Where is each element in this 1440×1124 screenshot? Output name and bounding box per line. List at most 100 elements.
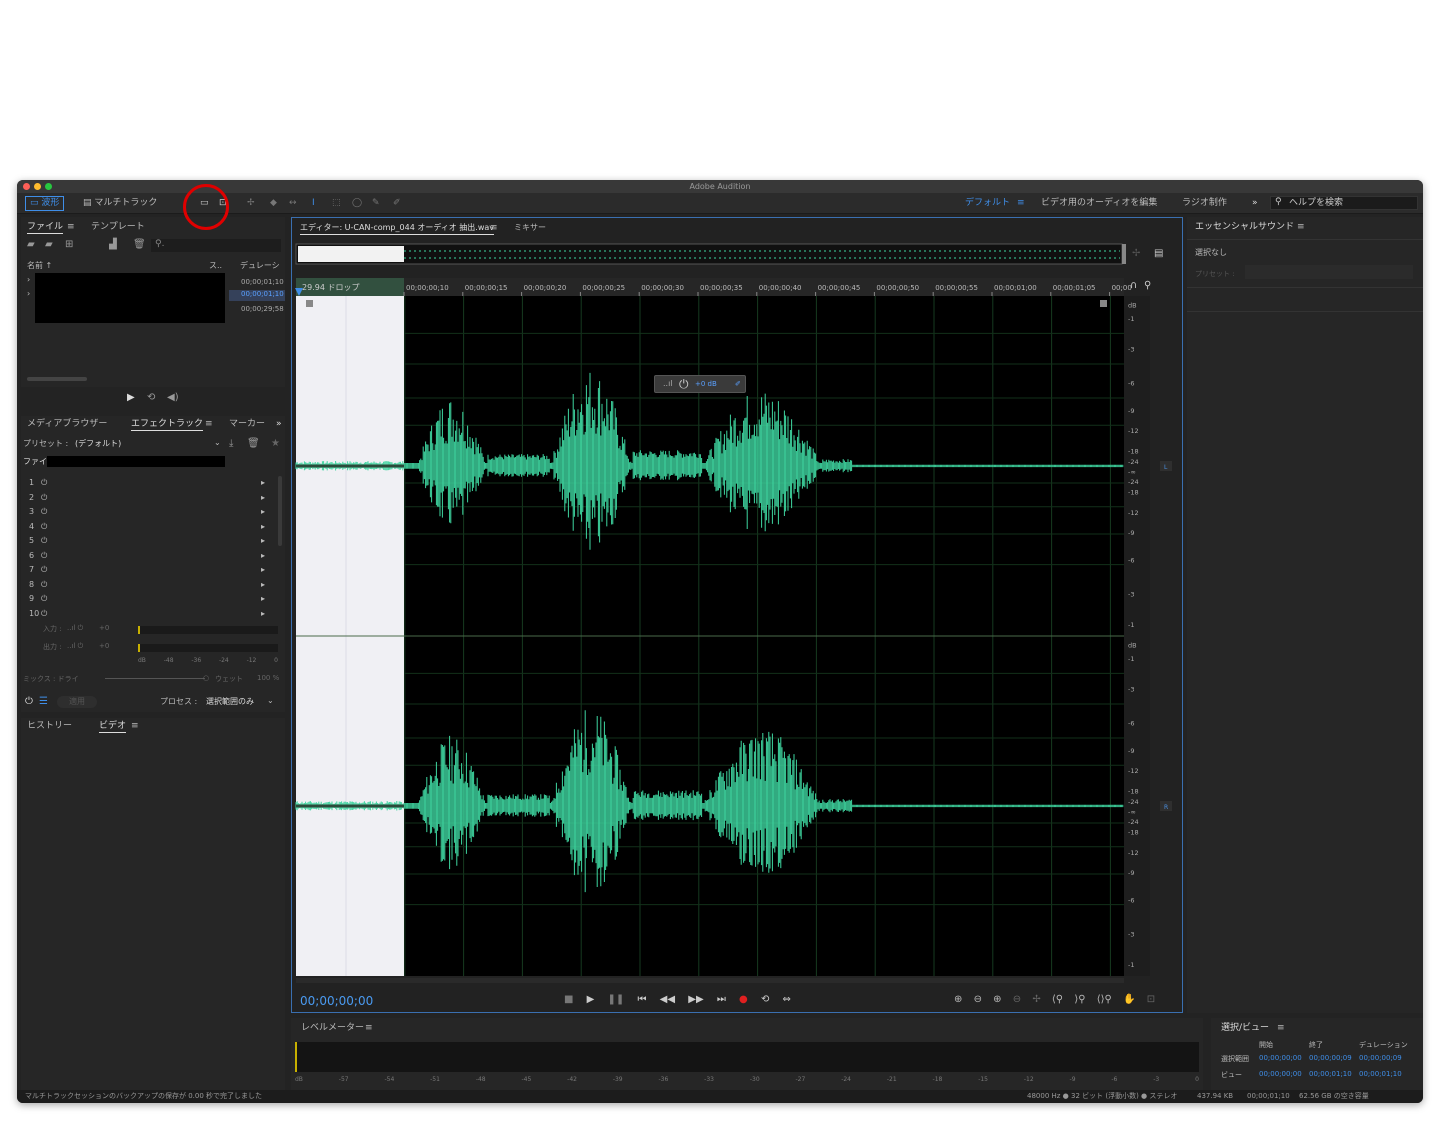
zoom-in-amplitude-icon[interactable]: ⊕ — [954, 994, 962, 1005]
slip-tool-icon[interactable]: ↔ — [289, 197, 297, 210]
expand-icon[interactable]: › — [27, 275, 30, 284]
chevron-down-icon[interactable]: ⌄ — [214, 438, 221, 447]
chevron-right-icon[interactable]: ▸ — [261, 607, 265, 621]
overview-selection[interactable] — [298, 246, 404, 262]
chevron-right-icon[interactable]: ▸ — [261, 534, 265, 548]
play-icon[interactable]: ▶ — [587, 994, 595, 1005]
brush-tool-icon[interactable]: ✎ — [372, 197, 380, 210]
effect-slot[interactable]: 10 ⏻ ▸ — [29, 607, 277, 621]
stop-icon[interactable]: ■ — [564, 994, 573, 1005]
zoom-out-time-icon[interactable]: ⊖ — [1013, 994, 1021, 1005]
process-dropdown[interactable]: 選択範囲のみ — [206, 696, 254, 707]
delete-preset-icon[interactable]: 🗑 — [247, 438, 260, 450]
minimize-window-button[interactable] — [34, 183, 41, 190]
files-search-input[interactable]: ⚲. — [151, 239, 281, 252]
skip-to-start-icon[interactable]: ⏮ — [637, 994, 646, 1005]
zoom-reset-icon[interactable]: ⊡ — [1147, 994, 1155, 1005]
record-icon[interactable]: ● — [739, 994, 748, 1005]
effect-slot[interactable]: 6 ⏻ ▸ — [29, 549, 277, 563]
workspace-video-audio[interactable]: ビデオ用のオーディオを編集 — [1041, 197, 1157, 210]
power-icon[interactable]: ⏻ — [41, 607, 47, 621]
power-icon[interactable]: ⏻ — [41, 476, 47, 490]
autoplay-icon[interactable]: ◀) — [167, 392, 179, 404]
zoom-window-button[interactable] — [45, 183, 52, 190]
loop-icon[interactable]: ⟲ — [147, 392, 155, 404]
close-window-button[interactable] — [23, 183, 30, 190]
mix-slider-handle[interactable]: ○ — [203, 674, 209, 682]
chevron-right-icon[interactable]: ▸ — [261, 520, 265, 534]
fade-out-handle[interactable] — [1100, 300, 1107, 307]
selection-view-menu-icon[interactable]: ≡ — [1277, 1022, 1285, 1034]
view-start[interactable]: 00;00;00;00 — [1259, 1070, 1302, 1078]
zoom-full-icon[interactable]: ⟨⟩⚲ — [1097, 994, 1112, 1005]
razor-tool-icon[interactable]: ◆ — [270, 197, 277, 210]
preset-dropdown[interactable]: (デフォルト) — [75, 438, 121, 449]
effect-slot[interactable]: 7 ⏻ ▸ — [29, 563, 277, 577]
zoom-out-amplitude-icon[interactable]: ⊖ — [974, 994, 982, 1005]
fast-forward-icon[interactable]: ▶▶ — [688, 994, 703, 1005]
files-scrollbar[interactable] — [27, 377, 87, 381]
view-end[interactable]: 00;00;01;10 — [1309, 1070, 1352, 1078]
workspace-radio[interactable]: ラジオ制作 — [1182, 197, 1227, 210]
tab-media-browser[interactable]: メディアブラウザー — [27, 418, 107, 430]
power-icon[interactable]: ⏻ — [41, 549, 47, 563]
level-meter-menu-icon[interactable]: ≡ — [365, 1022, 373, 1034]
time-selection-tool-icon[interactable]: I — [312, 197, 315, 210]
save-preset-icon[interactable]: ⤓ — [229, 438, 233, 450]
pause-icon[interactable]: ❚❚ — [608, 994, 625, 1005]
column-duration[interactable]: デュレーシ — [240, 260, 280, 271]
effects-menu-icon[interactable]: ≡ — [205, 418, 213, 430]
zoom-out-point-icon[interactable]: ⟩⚲ — [1074, 994, 1085, 1005]
slots-scrollbar[interactable] — [278, 476, 282, 546]
effect-slot[interactable]: 9 ⏻ ▸ — [29, 592, 277, 606]
marker-pin-icon[interactable]: ⚲ — [1144, 280, 1151, 292]
loop-playback-icon[interactable]: ⟲ — [761, 994, 769, 1005]
play-icon[interactable]: ▶ — [127, 392, 135, 404]
effect-slot[interactable]: 5 ⏻ ▸ — [29, 534, 277, 548]
hud-volume[interactable]: ..ıl ⏻ +0 dB ✐ — [654, 375, 746, 393]
power-icon[interactable]: ⏻ — [25, 696, 33, 708]
skip-selection-icon[interactable]: ⇔ — [783, 994, 791, 1005]
workspace-default[interactable]: デフォルト — [965, 197, 1010, 210]
selection-end[interactable]: 00;00;00;09 — [1309, 1054, 1352, 1062]
overview-track[interactable] — [295, 243, 1123, 265]
tab-video[interactable]: ビデオ — [99, 720, 127, 733]
hud-gain-value[interactable]: +0 dB — [695, 380, 717, 388]
chevron-down-icon[interactable]: ⌄ — [267, 696, 274, 705]
horizontal-scrollbar[interactable] — [296, 978, 1124, 983]
hud-gain-knob-icon[interactable]: ⏻ — [679, 377, 689, 392]
power-icon[interactable]: ⏻ — [41, 563, 47, 577]
chevron-right-icon[interactable]: ▸ — [261, 578, 265, 592]
zoom-selection-icon[interactable]: ✢ — [1032, 994, 1040, 1005]
import-file-icon[interactable]: ▰ — [45, 239, 53, 251]
tab-markers[interactable]: マーカー — [229, 418, 265, 430]
power-icon[interactable]: ⏻ — [41, 520, 47, 534]
selection-duration[interactable]: 00;00;00;09 — [1359, 1054, 1402, 1062]
open-file-icon[interactable]: ▰ — [27, 239, 35, 251]
file-duration-selected[interactable]: 00;00;01;10 — [229, 290, 285, 301]
chevron-right-icon[interactable]: ▸ — [261, 491, 265, 505]
tab-files[interactable]: ファイル — [27, 221, 64, 234]
tab-effects-rack[interactable]: エフェクトラック — [131, 418, 204, 431]
rewind-icon[interactable]: ◀◀ — [660, 994, 675, 1005]
spectral-toggle-icon[interactable]: ▤ — [1154, 248, 1163, 260]
power-icon[interactable]: ⏻ — [41, 491, 47, 505]
overview-scroll-handle[interactable] — [1122, 244, 1126, 264]
list-icon[interactable]: ☰ — [39, 696, 48, 708]
es-preset-dropdown[interactable] — [1245, 265, 1413, 279]
zoom-in-point-icon[interactable]: ⟨⚲ — [1052, 994, 1063, 1005]
power-icon[interactable]: ⏻ — [41, 592, 47, 606]
chevron-right-icon[interactable]: ▸ — [261, 563, 265, 577]
apply-button[interactable]: 適用 — [57, 696, 97, 708]
snap-magnet-icon[interactable]: ∩ — [1130, 280, 1137, 292]
output-gain-value[interactable]: +0 — [99, 642, 109, 650]
delete-file-icon[interactable]: 🗑 — [133, 239, 146, 251]
hud-pin-icon[interactable]: ✐ — [735, 380, 741, 388]
chevron-right-icon[interactable]: ▸ — [261, 505, 265, 519]
mix-slider[interactable] — [105, 678, 205, 679]
chevron-right-icon[interactable]: ▸ — [261, 592, 265, 606]
tab-templates[interactable]: テンプレート — [91, 221, 145, 233]
more-panels-icon[interactable]: » — [276, 418, 282, 430]
effect-slot[interactable]: 8 ⏻ ▸ — [29, 578, 277, 592]
video-menu-icon[interactable]: ≡ — [131, 720, 139, 732]
